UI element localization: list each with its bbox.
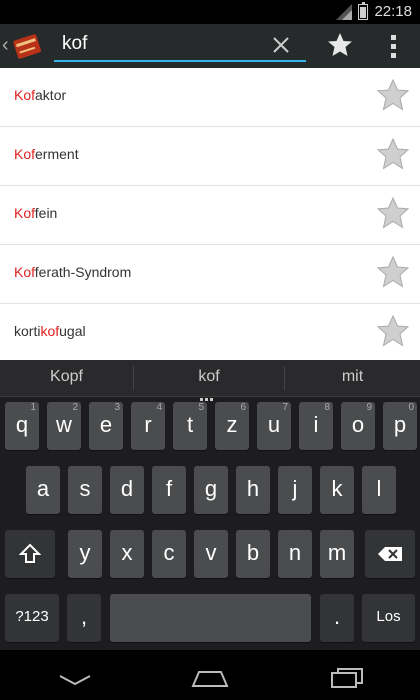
navigation-bar xyxy=(0,650,420,700)
results-list: Kofaktor Koferment Koffein Kofferath-Syn… xyxy=(0,68,420,363)
result-word: Kofaktor xyxy=(14,87,67,103)
star-icon[interactable] xyxy=(376,255,410,289)
search-field[interactable] xyxy=(54,30,306,62)
key-v[interactable]: v xyxy=(194,530,228,578)
star-icon[interactable] xyxy=(376,314,410,348)
key-y[interactable]: y xyxy=(68,530,102,578)
overflow-menu-icon[interactable] xyxy=(391,35,397,59)
back-nav-icon[interactable] xyxy=(58,672,92,688)
key-u[interactable]: u7 xyxy=(257,402,291,450)
wifi-icon xyxy=(336,4,352,20)
clear-icon[interactable] xyxy=(270,34,292,56)
key-e[interactable]: e3 xyxy=(89,402,123,450)
symbols-key[interactable]: ?123 xyxy=(5,594,59,642)
result-word: kortikofugal xyxy=(14,323,86,339)
more-suggestions-indicator xyxy=(200,388,220,401)
suggestion-item[interactable]: kof xyxy=(134,368,284,386)
key-b[interactable]: b xyxy=(236,530,270,578)
action-bar: ‹ xyxy=(0,24,420,70)
suggestion-item[interactable]: mit xyxy=(285,368,420,386)
enter-key[interactable]: Los xyxy=(362,594,415,642)
list-item[interactable]: Koffein xyxy=(0,186,420,245)
period-key[interactable]: . xyxy=(320,594,354,642)
key-z[interactable]: z6 xyxy=(215,402,249,450)
space-key[interactable] xyxy=(110,594,311,642)
key-w[interactable]: w2 xyxy=(47,402,81,450)
list-item[interactable]: kortikofugal xyxy=(0,304,420,363)
soft-keyboard: Kopf kof mit q1 w2 e3 r4 t5 z6 u7 i8 o9 … xyxy=(0,360,420,650)
key-a[interactable]: a xyxy=(26,466,60,514)
key-h[interactable]: h xyxy=(236,466,270,514)
result-word: Koffein xyxy=(14,205,58,221)
comma-key[interactable]: , xyxy=(67,594,101,642)
key-o[interactable]: o9 xyxy=(341,402,375,450)
search-input[interactable] xyxy=(62,32,262,56)
shift-key[interactable] xyxy=(5,530,55,578)
star-icon[interactable] xyxy=(376,196,410,230)
key-s[interactable]: s xyxy=(68,466,102,514)
key-g[interactable]: g xyxy=(194,466,228,514)
key-i[interactable]: i8 xyxy=(299,402,333,450)
star-icon[interactable] xyxy=(376,78,410,112)
key-n[interactable]: n xyxy=(278,530,312,578)
key-x[interactable]: x xyxy=(110,530,144,578)
key-t[interactable]: t5 xyxy=(173,402,207,450)
suggestion-strip: Kopf kof mit xyxy=(0,360,420,401)
shift-icon xyxy=(18,543,42,564)
status-bar: 22:18 xyxy=(0,0,420,24)
recent-apps-icon[interactable] xyxy=(330,668,364,688)
key-l[interactable]: l xyxy=(362,466,396,514)
backspace-key[interactable] xyxy=(365,530,415,578)
status-time: 22:18 xyxy=(374,3,412,20)
key-k[interactable]: k xyxy=(320,466,354,514)
result-word: Koferment xyxy=(14,146,79,162)
key-p[interactable]: p0 xyxy=(383,402,417,450)
key-q[interactable]: q1 xyxy=(5,402,39,450)
app-book-icon[interactable] xyxy=(12,32,42,60)
key-j[interactable]: j xyxy=(278,466,312,514)
favorites-star-icon[interactable] xyxy=(327,32,353,58)
backspace-icon xyxy=(378,547,402,562)
key-c[interactable]: c xyxy=(152,530,186,578)
suggestion-item[interactable]: Kopf xyxy=(0,368,133,386)
back-chevron-icon[interactable]: ‹ xyxy=(2,34,9,57)
star-icon[interactable] xyxy=(376,137,410,171)
list-item[interactable]: Koferment xyxy=(0,127,420,186)
key-m[interactable]: m xyxy=(320,530,354,578)
list-item[interactable]: Kofaktor xyxy=(0,68,420,127)
key-r[interactable]: r4 xyxy=(131,402,165,450)
home-nav-icon[interactable] xyxy=(191,668,229,688)
key-d[interactable]: d xyxy=(110,466,144,514)
key-f[interactable]: f xyxy=(152,466,186,514)
list-item[interactable]: Kofferath-Syndrom xyxy=(0,245,420,304)
result-word: Kofferath-Syndrom xyxy=(14,264,132,280)
battery-icon xyxy=(358,2,368,20)
